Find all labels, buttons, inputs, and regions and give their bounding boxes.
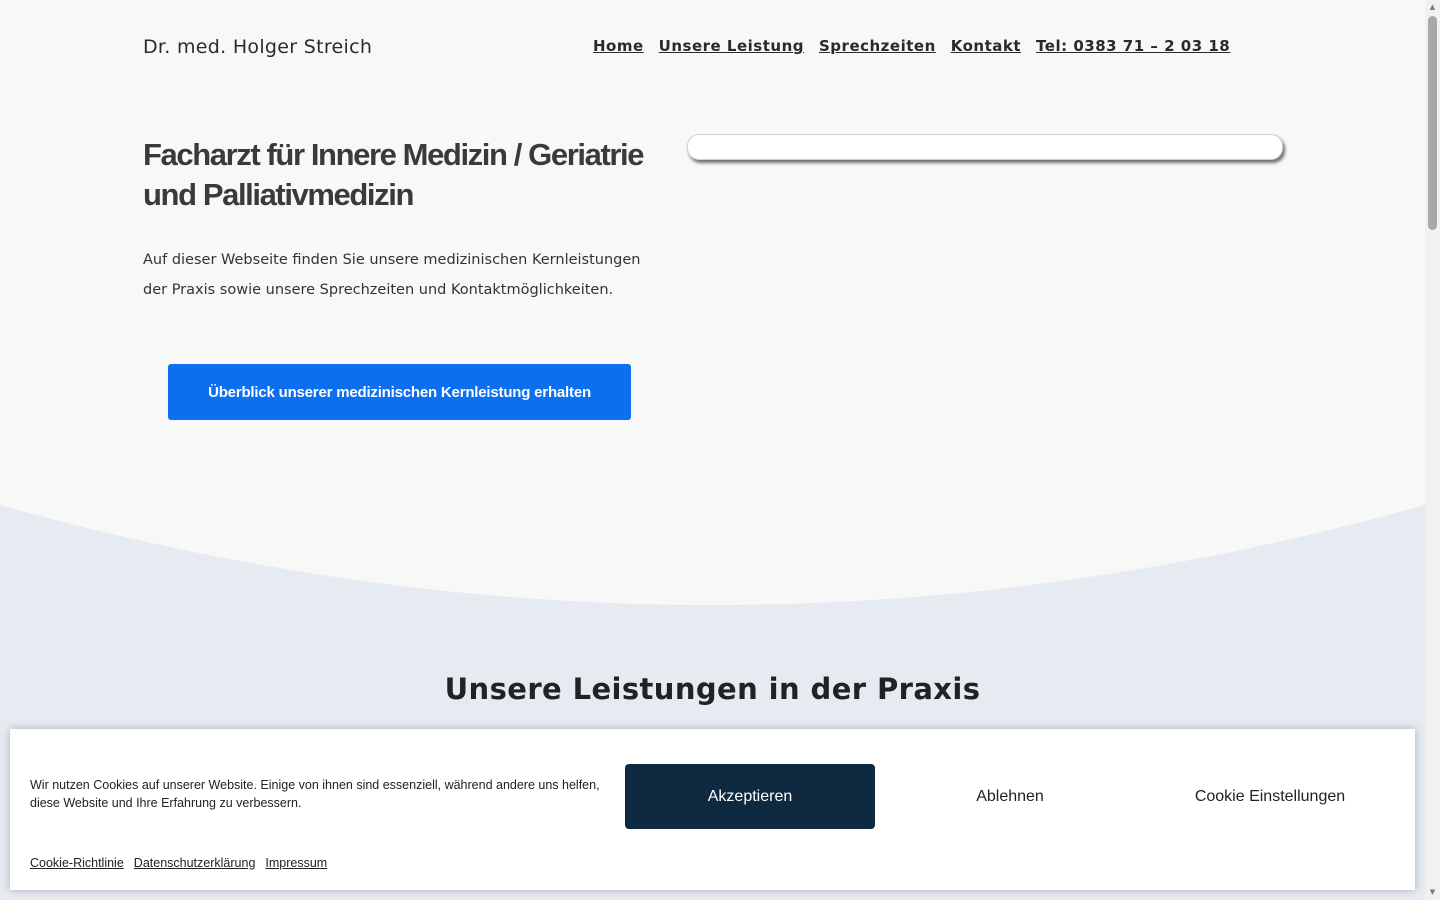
cookie-banner: Wir nutzen Cookies auf unserer Website. …	[10, 729, 1415, 890]
hero-media-frame	[687, 134, 1283, 160]
deny-cookies-button[interactable]: Ablehnen	[885, 764, 1135, 829]
services-overview-button[interactable]: Überblick unserer medizinischen Kernleis…	[168, 364, 631, 420]
cookie-settings-button[interactable]: Cookie Einstellungen	[1145, 764, 1395, 829]
hero-title: Facharzt für Innere Medizin / Geriatrie …	[143, 137, 644, 212]
nav-sprechzeiten[interactable]: Sprechzeiten	[819, 37, 936, 55]
nav-kontakt[interactable]: Kontakt	[951, 37, 1021, 55]
hero-text: Auf dieser Webseite finden Sie unsere me…	[143, 252, 641, 298]
cookie-links: Cookie-Richtlinie Datenschutzerklärung I…	[30, 856, 327, 870]
site-logo[interactable]: Dr. med. Holger Streich	[143, 36, 372, 58]
cookie-policy-link[interactable]: Cookie-Richtlinie	[30, 856, 124, 870]
cookie-message: Wir nutzen Cookies auf unserer Website. …	[30, 778, 600, 810]
page: Dr. med. Holger Streich Home Unsere Leis…	[0, 0, 1425, 900]
scroll-up-arrow-icon[interactable]: ▲	[1425, 0, 1440, 15]
scrollbar-thumb[interactable]	[1428, 16, 1437, 230]
scroll-down-arrow-icon[interactable]: ▼	[1425, 885, 1440, 900]
nav-unsere-leistung[interactable]: Unsere Leistung	[659, 37, 804, 55]
services-heading: Unsere Leistungen in der Praxis	[444, 672, 981, 706]
main-nav: Home Unsere Leistung Sprechzeiten Kontak…	[593, 37, 1230, 55]
accept-cookies-button[interactable]: Akzeptieren	[625, 764, 875, 829]
privacy-policy-link[interactable]: Datenschutzerklärung	[134, 856, 256, 870]
imprint-link[interactable]: Impressum	[265, 856, 327, 870]
vertical-scrollbar[interactable]: ▲ ▼	[1425, 0, 1440, 900]
nav-phone[interactable]: Tel: 0383 71 – 2 03 18	[1036, 37, 1230, 55]
nav-home[interactable]: Home	[593, 37, 644, 55]
